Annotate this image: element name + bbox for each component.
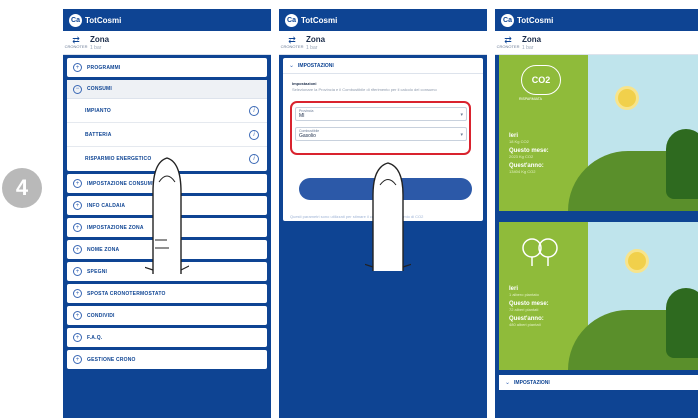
stat-rows: Ieri 1 albero piantato Questo mese: 72 a… [509, 286, 549, 331]
app-logo-mark: Ca [501, 13, 514, 27]
stat-row-value: 1 albero piantato [509, 292, 539, 297]
plus-icon: + [73, 333, 82, 342]
menu-item-label: CONDIVIDI [87, 312, 115, 319]
co2-savings-card: CO2 RISPARMIATA Ieri 18 Kg CO2 Questo me… [499, 55, 698, 211]
info-icon[interactable]: i [249, 129, 259, 140]
thermostat-icon: ⇄ CRONOTER [280, 35, 304, 49]
settings-section-bar[interactable]: ⌄ IMPOSTAZIONI [499, 375, 698, 390]
app-logo-mark: Ca [285, 13, 298, 27]
menu-item-programmi[interactable]: + PROGRAMMI [67, 58, 267, 77]
app-logo-mark: Ca [69, 13, 82, 27]
submenu-label: BATTERIA [85, 131, 112, 138]
app-top-bar: Ca TotCosmi [279, 9, 487, 31]
trees-savings-card: Ieri 1 albero piantato Questo mese: 72 a… [499, 222, 698, 370]
plus-icon: + [73, 223, 82, 232]
phone-screen-savings: Ca TotCosmi ⇄ CRONOTER Zona 1 bar CO2 RIS… [495, 9, 698, 418]
sun-icon [618, 89, 636, 107]
sun-icon [628, 252, 646, 270]
plus-icon: + [73, 63, 82, 72]
settings-section-label: IMPOSTAZIONI [514, 379, 550, 386]
section-description: Selezionare la Provincia e il Combustibi… [292, 87, 437, 92]
zone-header[interactable]: ⇄ CRONOTER Zona 1 bar [279, 31, 487, 55]
dropdown-arrow-icon: ▾ [460, 132, 463, 138]
zone-subtitle: 1 bar [306, 44, 318, 51]
menu-item-label: NOME ZONA [87, 246, 120, 253]
stat-rows: Ieri 18 Kg CO2 Questo mese: 2023 Kg CO2 … [509, 133, 549, 178]
co2-caption: RISPARMIATA [519, 97, 542, 101]
plus-icon: + [73, 355, 82, 364]
stat-row-value: 13404 Kg CO2 [509, 169, 536, 174]
menu-item-label: INFO CALDAIA [87, 202, 126, 209]
menu-item-condividi[interactable]: + CONDIVIDI [67, 306, 267, 325]
submenu-label: RISPARMIO ENERGETICO [85, 156, 152, 162]
plus-icon: + [73, 245, 82, 254]
settings-card-header[interactable]: ⌄ IMPOSTAZIONI [283, 58, 483, 74]
zone-title: Zona [90, 34, 110, 44]
zone-subtitle: 1 bar [90, 44, 102, 51]
stat-row-value: 2023 Kg CO2 [509, 154, 534, 159]
app-logo-text: TotCosmi [85, 15, 122, 25]
zone-subtitle: 1 bar [522, 44, 534, 51]
zone-title: Zona [306, 34, 326, 44]
thermostat-icon: ⇄ CRONOTER [496, 35, 520, 49]
menu-group-header[interactable]: − CONSUMI [67, 80, 267, 99]
plus-icon: + [73, 201, 82, 210]
dropdown-arrow-icon: ▾ [460, 112, 463, 118]
menu-item-label: SPEGNI [87, 268, 108, 275]
chevron-down-icon: ⌄ [505, 380, 511, 386]
province-value: MI [299, 113, 305, 119]
trees-emblem-icon [522, 238, 558, 266]
app-logo-text: TotCosmi [517, 15, 554, 25]
chevron-down-icon: ⌄ [289, 63, 295, 69]
settings-card-title: IMPOSTAZIONI [298, 62, 334, 69]
menu-item-label: IMPOSTAZIONE ZONA [87, 224, 144, 231]
step-badge: 4 [2, 168, 42, 208]
thermostat-icon: ⇄ CRONOTER [64, 35, 88, 49]
info-icon[interactable]: i [249, 105, 259, 116]
submenu-label: IMPIANTO [85, 107, 111, 114]
menu-group-label: CONSUMI [87, 86, 113, 92]
app-top-bar: Ca TotCosmi [495, 9, 698, 31]
info-icon[interactable]: i [249, 154, 259, 164]
section-title: Impostazioni [292, 81, 317, 86]
thermostat-icon-caption: CRONOTER [496, 44, 520, 49]
thermostat-icon-caption: CRONOTER [64, 44, 88, 49]
menu-item-label: IMPOSTAZIONE CONSUMI [87, 180, 154, 187]
plus-icon: + [73, 179, 82, 188]
phone-screen-menu: Ca TotCosmi ⇄ CRONOTER Zona 1 bar + PROGR… [63, 9, 271, 418]
menu-item-gestione-crono[interactable]: + GESTIONE CRONO [67, 350, 267, 369]
app-top-bar: Ca TotCosmi [63, 9, 271, 31]
thermostat-icon-caption: CRONOTER [280, 44, 304, 49]
menu-item-label: GESTIONE CRONO [87, 356, 136, 363]
submenu-item-impianto[interactable]: IMPIANTO i [67, 99, 267, 123]
co2-cloud-icon: CO2 [521, 65, 561, 95]
tap-finger-icon [145, 157, 189, 274]
app-logo-text: TotCosmi [301, 15, 338, 25]
phone-screen-settings: Ca TotCosmi ⇄ CRONOTER Zona 1 bar ⌄ IMPOS… [279, 9, 487, 418]
menu-item-label: F.A.Q. [87, 334, 103, 341]
tree-icon [666, 129, 698, 199]
zone-header[interactable]: ⇄ CRONOTER Zona 1 bar [63, 31, 271, 55]
tap-finger-icon [365, 162, 411, 271]
submenu-item-batteria[interactable]: BATTERIA i [67, 123, 267, 147]
menu-item-label: SPOSTA CRONOTERMOSTATO [87, 290, 166, 297]
fuel-select[interactable]: Combustibile Gasolio ▾ [295, 127, 467, 141]
menu-item-sposta-crono[interactable]: + SPOSTA CRONOTERMOSTATO [67, 284, 267, 303]
menu-item-faq[interactable]: + F.A.Q. [67, 328, 267, 347]
province-select[interactable]: Provincia MI ▾ [295, 107, 467, 121]
plus-icon: + [73, 289, 82, 298]
zone-header[interactable]: ⇄ CRONOTER Zona 1 bar [495, 31, 698, 55]
plus-icon: + [73, 311, 82, 320]
tree-icon [666, 288, 698, 358]
stat-row-value: 480 alberi piantati [509, 322, 541, 327]
plus-icon: + [73, 267, 82, 276]
minus-icon: − [73, 84, 82, 94]
menu-item-label: PROGRAMMI [87, 64, 121, 71]
stat-row-value: 18 Kg CO2 [509, 139, 529, 144]
stat-row-value: 72 alberi piantati [509, 307, 539, 312]
fuel-value: Gasolio [299, 133, 316, 139]
zone-title: Zona [522, 34, 542, 44]
